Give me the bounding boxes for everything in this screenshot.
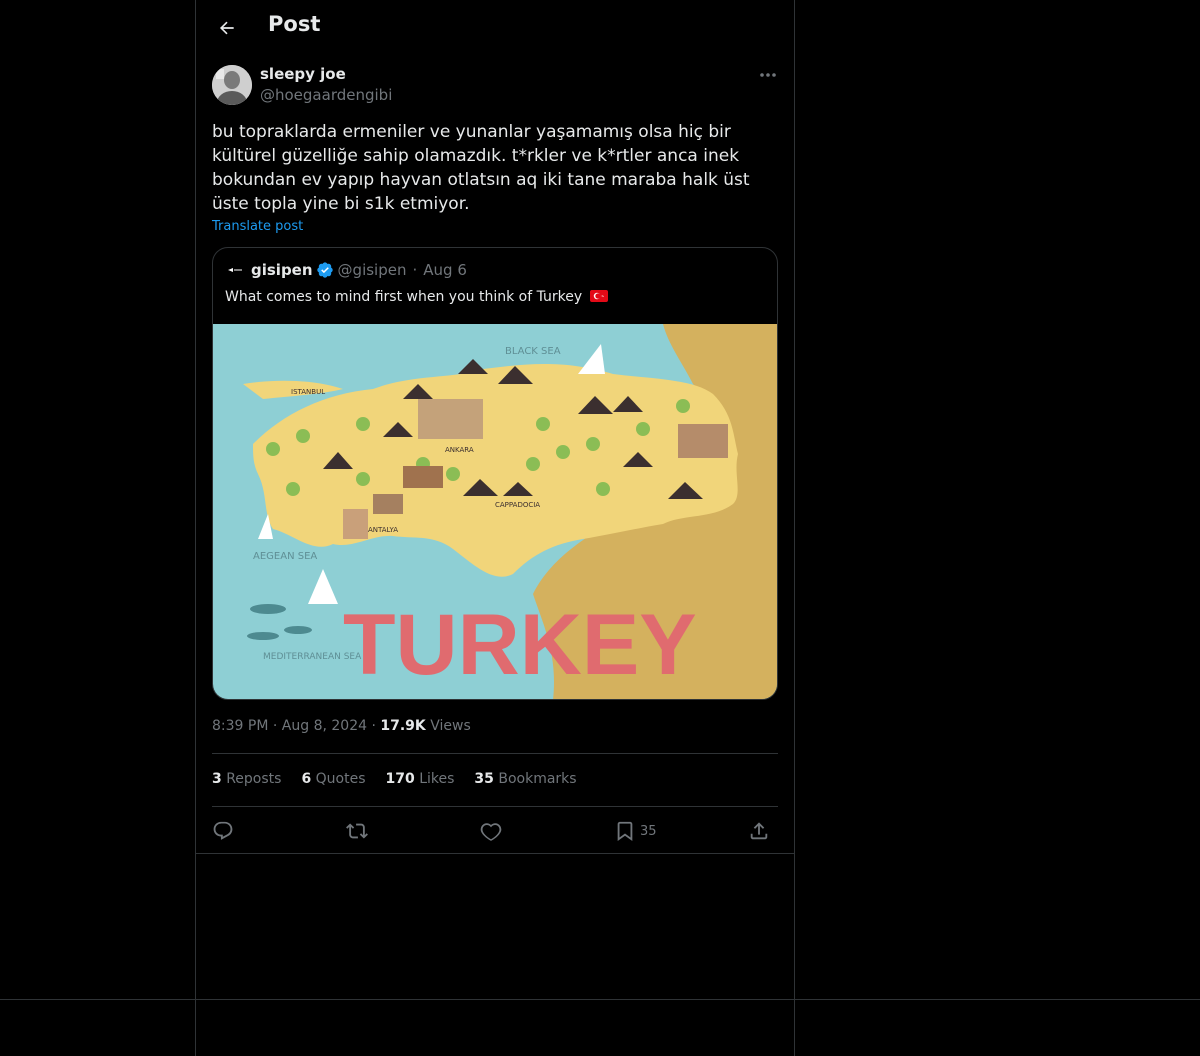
views-count: 17.9K — [380, 718, 426, 734]
share-icon — [750, 822, 768, 840]
avatar-photo — [212, 65, 252, 105]
views-label: Views — [430, 718, 471, 734]
repost-icon — [346, 823, 368, 839]
repost-button[interactable] — [346, 817, 368, 845]
separator-dot: · — [272, 718, 282, 734]
bookmark-button[interactable]: 35 — [614, 817, 657, 845]
likes-label: Likes — [419, 771, 455, 787]
translate-post-link[interactable]: Translate post — [212, 219, 303, 234]
quoted-date: Aug 6 — [423, 261, 467, 279]
quotes-count: 6 — [301, 771, 312, 787]
reply-button[interactable] — [212, 817, 234, 845]
page-title: Post — [268, 12, 321, 36]
back-button[interactable] — [212, 13, 242, 43]
quotes-label: Quotes — [315, 771, 366, 787]
verified-badge-icon — [316, 261, 334, 279]
back-arrow-icon — [219, 21, 234, 35]
map-label-black-sea: BLACK SEA — [505, 346, 561, 357]
engagement-stats: 3 Reposts 6 Quotes 170 Likes 35 Bookmark… — [212, 771, 577, 787]
quoted-text: What comes to mind first when you think … — [225, 289, 608, 305]
bookmarks-count: 35 — [474, 771, 494, 787]
divider — [0, 999, 1200, 1000]
reposts-label: Reposts — [226, 771, 282, 787]
map-label-cappadocia: CAPPADOCIA — [495, 501, 540, 509]
share-button[interactable] — [748, 817, 770, 845]
heart-icon — [480, 823, 502, 841]
quoted-post-header: gisipen @gisipen · Aug 6 — [225, 260, 467, 280]
divider — [212, 806, 778, 807]
reposts-count: 3 — [212, 771, 222, 787]
quoted-text-content: What comes to mind first when you think … — [225, 289, 583, 305]
author-handle[interactable]: @hoegaardengibi — [260, 86, 392, 104]
turkey-map-illustration: BLACK SEA ISTANBUL ANKARA CAPPADOCIA ANT… — [213, 324, 777, 699]
map-label-antalya: ANTALYA — [368, 526, 398, 534]
quoted-author-name: gisipen — [251, 261, 313, 279]
post-date[interactable]: Aug 8, 2024 — [282, 718, 367, 734]
author-name[interactable]: sleepy joe — [260, 65, 346, 83]
divider — [212, 753, 778, 754]
quotes-stat[interactable]: 6 Quotes — [301, 771, 365, 787]
more-options-button[interactable] — [752, 64, 784, 86]
likes-count: 170 — [385, 771, 415, 787]
like-button[interactable] — [480, 817, 502, 845]
map-title: TURKEY — [343, 597, 697, 693]
main-column: Post sleepy joe @hoegaardengibi bu topra… — [195, 0, 795, 1056]
separator-dot: · — [412, 261, 418, 279]
post-text: bu topraklarda ermeniler ve yunanlar yaş… — [212, 122, 750, 214]
avatar[interactable] — [212, 65, 252, 105]
bookmark-icon — [617, 821, 633, 842]
reply-icon — [213, 821, 233, 840]
divider — [196, 853, 794, 854]
bookmarks-label: Bookmarks — [498, 771, 577, 787]
action-bar: 35 — [212, 817, 778, 845]
quoted-author-handle: @gisipen — [337, 261, 407, 279]
map-label-istanbul: ISTANBUL — [291, 388, 325, 396]
bookmark-count: 35 — [640, 823, 657, 839]
map-label-ankara: ANKARA — [445, 446, 474, 454]
more-icon — [760, 73, 776, 77]
post-meta: 8:39 PM · Aug 8, 2024 · 17.9K Views — [212, 718, 471, 734]
bookmarks-stat[interactable]: 35 Bookmarks — [474, 771, 576, 787]
likes-stat[interactable]: 170 Likes — [386, 771, 455, 787]
header: Post — [196, 0, 794, 54]
quoted-post[interactable]: gisipen @gisipen · Aug 6 What comes to m… — [212, 247, 778, 700]
map-label-aegean-sea: AEGEAN SEA — [253, 551, 317, 562]
quoted-avatar — [225, 260, 245, 280]
turkey-flag-icon — [589, 290, 608, 302]
reposts-stat[interactable]: 3 Reposts — [212, 771, 281, 787]
post-time[interactable]: 8:39 PM — [212, 718, 268, 734]
